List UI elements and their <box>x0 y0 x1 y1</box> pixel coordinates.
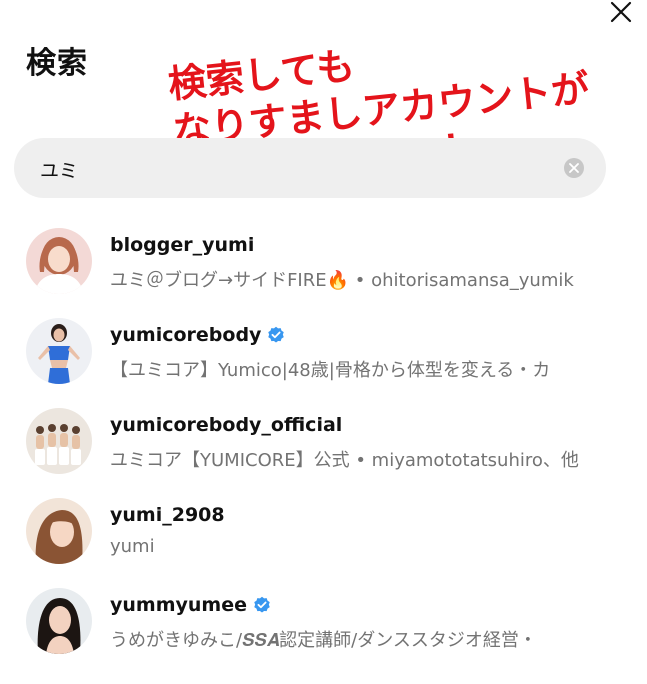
search-bar[interactable]: ユミ <box>14 138 606 198</box>
verified-badge-icon <box>254 596 270 613</box>
clear-search-button[interactable] <box>564 158 584 178</box>
avatar[interactable] <box>26 318 92 384</box>
search-input[interactable]: ユミ <box>40 156 78 183</box>
result-username: blogger_yumi <box>110 234 255 256</box>
search-result-item[interactable]: yumi_2908 yumi <box>0 492 647 582</box>
search-result-item[interactable]: yummyumee うめがきゆみこ/𝑺𝑺𝑨認定講師/ダンススタジオ経営・ <box>0 582 647 672</box>
clear-icon <box>569 163 579 173</box>
search-result-item[interactable]: yumicorebody 【ユミコア】Yumico|48歳|骨格から体型を変える… <box>0 312 647 402</box>
search-results-list: blogger_yumi ユミ＠ブログ→サイドFIRE🔥 • ohitorisa… <box>0 222 647 672</box>
page-title: 検索 <box>26 46 88 81</box>
result-subtitle: 【ユミコア】Yumico|48歳|骨格から体型を変える・カ <box>110 360 551 381</box>
result-username: yumi_2908 <box>110 504 225 526</box>
result-subtitle: ユミコア【YUMICORE】公式 • miyamototatsuhiro、他 <box>110 450 579 471</box>
avatar[interactable] <box>26 228 92 294</box>
result-subtitle: ユミ＠ブログ→サイドFIRE🔥 • ohitorisamansa_yumik <box>110 270 574 291</box>
verified-badge-icon <box>268 326 285 343</box>
result-username: yumicorebody_official <box>110 414 343 436</box>
result-subtitle: うめがきゆみこ/𝑺𝑺𝑨認定講師/ダンススタジオ経営・ <box>110 630 537 651</box>
search-result-item[interactable]: blogger_yumi ユミ＠ブログ→サイドFIRE🔥 • ohitorisa… <box>0 222 647 312</box>
avatar[interactable] <box>26 408 92 474</box>
result-username: yumicorebody <box>110 324 262 346</box>
search-panel: 検索 検索しても なりすましアカウントが ヒットしない…！ ユミ <box>0 0 647 684</box>
avatar[interactable] <box>26 588 92 654</box>
search-result-item[interactable]: yumicorebody_official ユミコア【YUMICORE】公式 •… <box>0 402 647 492</box>
result-subtitle: yumi <box>110 536 155 557</box>
avatar[interactable] <box>26 498 92 564</box>
result-username: yummyumee <box>110 594 247 616</box>
